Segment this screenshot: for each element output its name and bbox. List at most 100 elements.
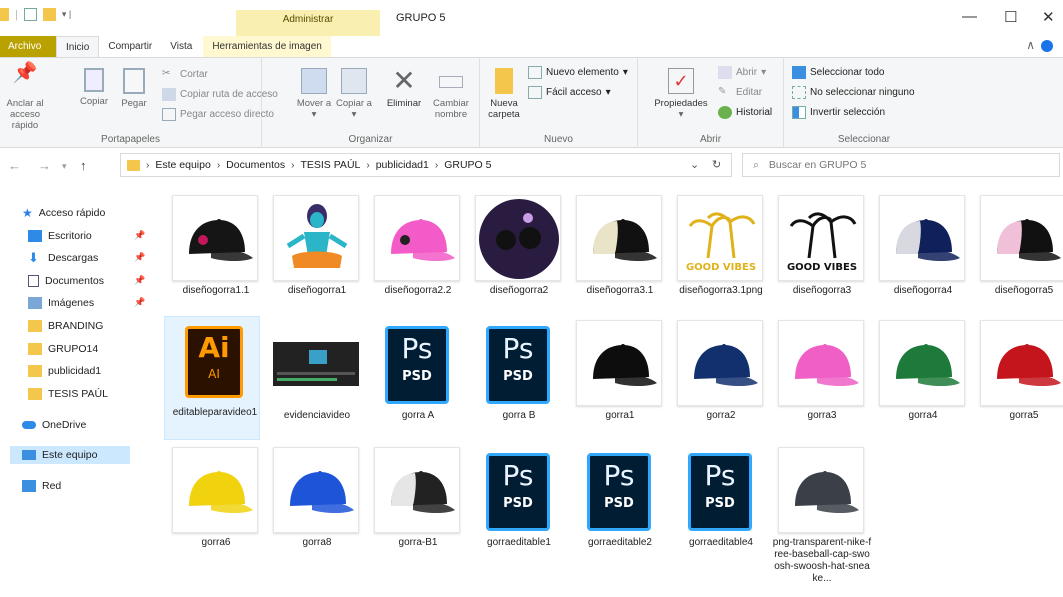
copy-button[interactable]: Copiar — [76, 68, 112, 107]
easy-access-button[interactable]: Fácil acceso ▾ — [528, 86, 611, 99]
file-item[interactable]: Ps PSD gorraeditable1 — [469, 447, 565, 575]
pin-icon[interactable]: 📌 — [134, 230, 145, 241]
file-item[interactable]: Ps PSD gorra A — [368, 320, 464, 448]
breadcrumb-documents[interactable]: Documentos — [226, 159, 285, 171]
sidebar-item-tesis[interactable]: TESIS PAÚL — [28, 385, 108, 403]
edit-button[interactable]: ✎ Editar — [718, 86, 762, 99]
photoshop-file-icon: Ps PSD — [576, 449, 662, 535]
paste-shortcut-button[interactable]: Pegar acceso directo — [162, 108, 274, 121]
tab-view[interactable]: Vista — [161, 36, 201, 57]
refresh-icon[interactable]: ↻ — [712, 158, 721, 171]
file-item[interactable]: Ps PSD gorraeditable4 — [671, 447, 767, 575]
close-button[interactable]: ✕ — [1042, 8, 1055, 26]
file-item[interactable]: gorra2 — [671, 320, 767, 448]
ribbon-help: ∧ — [1026, 38, 1053, 52]
checkbox-icon[interactable] — [23, 8, 37, 21]
pin-icon[interactable]: 📌 — [134, 297, 145, 308]
new-item-icon — [528, 66, 542, 79]
tab-home[interactable]: Inicio — [56, 36, 100, 57]
file-item[interactable]: png-transparent-nike-free-baseball-cap-s… — [772, 447, 871, 584]
photoshop-file-icon: Ps PSD — [677, 449, 763, 535]
select-all-button[interactable]: Seleccionar todo — [792, 66, 885, 79]
pin-icon: 📌 — [12, 62, 38, 84]
file-item[interactable]: GOOD VIBES diseñogorra3.1png — [671, 195, 767, 323]
search-box[interactable]: ⌕ Buscar en GRUPO 5 — [742, 153, 1060, 177]
sidebar-item-publicidad1[interactable]: publicidad1 — [28, 362, 101, 380]
back-arrow-icon[interactable]: ← — [8, 158, 21, 173]
sidebar-item-desktop[interactable]: Escritorio — [28, 227, 92, 245]
sidebar-item-downloads[interactable]: ⬇ Descargas — [28, 249, 98, 267]
collapse-ribbon-icon[interactable]: ∧ — [1026, 38, 1035, 52]
file-item[interactable]: gorra-B1 — [368, 447, 464, 575]
file-item[interactable]: gorra4 — [873, 320, 969, 448]
invert-selection-button[interactable]: Invertir selección — [792, 106, 885, 119]
minimize-button[interactable]: — — [962, 8, 977, 25]
paste-button[interactable]: Pegar — [116, 68, 152, 109]
address-dropdown-icon[interactable]: ⌄ — [690, 158, 699, 171]
file-item[interactable]: diseñogorra5 — [974, 195, 1063, 323]
file-name: gorra4 — [908, 410, 938, 421]
file-item[interactable]: evidenciavideo — [267, 320, 363, 448]
delete-button[interactable]: ✕ Eliminar — [382, 65, 426, 110]
sidebar-item-grupo14[interactable]: GRUPO14 — [28, 340, 98, 358]
history-button[interactable]: Historial — [718, 106, 772, 119]
file-item[interactable]: Ps PSD gorraeditable2 — [570, 447, 666, 575]
cut-button[interactable]: ✂ Cortar — [162, 68, 208, 81]
new-folder-icon[interactable] — [42, 8, 56, 21]
file-name: gorra8 — [302, 537, 332, 548]
pin-quick-access-button[interactable]: 📌 Anclar al acceso rápido — [2, 62, 48, 131]
file-item[interactable]: diseñogorra3.1 — [570, 195, 666, 323]
move-to-button[interactable]: Mover a ▾ — [296, 68, 332, 120]
folder-icon — [28, 320, 42, 332]
select-none-button[interactable]: No seleccionar ninguno — [792, 86, 915, 99]
sidebar-item-quick-access[interactable]: ★ Acceso rápido — [22, 204, 105, 222]
file-item[interactable]: gorra6 — [166, 447, 262, 575]
copy-path-button[interactable]: Copiar ruta de acceso — [162, 88, 278, 101]
sidebar-item-onedrive[interactable]: OneDrive — [22, 416, 86, 434]
up-arrow-icon[interactable]: ↑ — [80, 158, 87, 173]
tab-share[interactable]: Compartir — [99, 36, 161, 57]
help-icon[interactable] — [1041, 39, 1053, 52]
folder-icon[interactable] — [0, 8, 9, 21]
new-folder-button[interactable]: Nueva carpeta — [484, 68, 524, 120]
pin-icon[interactable]: 📌 — [134, 275, 145, 286]
breadcrumb-tesis[interactable]: TESIS PAÚL — [300, 159, 360, 171]
file-item[interactable]: diseñogorra1 — [267, 195, 363, 323]
copy-to-button[interactable]: Copiar a ▾ — [336, 68, 372, 120]
sidebar-item-network[interactable]: Red — [22, 477, 61, 495]
properties-button[interactable]: ✓ Propiedades ▾ — [648, 68, 714, 120]
breadcrumb-publicidad[interactable]: publicidad1 — [376, 159, 429, 171]
pin-icon[interactable]: 📌 — [134, 252, 145, 263]
open-button[interactable]: Abrir ▾ — [718, 66, 766, 79]
file-item[interactable]: GOOD VIBES diseñogorra3 — [772, 195, 868, 323]
sidebar-item-documents[interactable]: Documentos — [28, 272, 104, 290]
sidebar-item-this-pc[interactable]: Este equipo — [10, 446, 130, 464]
file-item[interactable]: gorra8 — [267, 447, 363, 575]
file-item[interactable]: diseñogorra2 — [469, 195, 565, 323]
address-bar[interactable]: › Este equipo › Documentos › TESIS PAÚL … — [120, 153, 732, 177]
file-item[interactable]: diseñogorra1.1 — [166, 195, 262, 323]
maximize-button[interactable]: ☐ — [1004, 8, 1017, 26]
file-item[interactable]: diseñogorra2.2 — [368, 195, 464, 323]
file-item[interactable]: gorra5 — [974, 320, 1063, 448]
breadcrumb-this-pc[interactable]: Este equipo — [155, 159, 210, 171]
file-item[interactable]: gorra1 — [570, 320, 666, 448]
qat-dropdown-icon[interactable]: ▾ | — [62, 9, 71, 20]
tab-file[interactable]: Archivo — [0, 36, 56, 57]
rename-button[interactable]: Cambiar nombre — [428, 68, 474, 120]
file-item[interactable]: gorra3 — [772, 320, 868, 448]
file-item[interactable]: Ps PSD gorra B — [469, 320, 565, 448]
delete-x-icon: ✕ — [392, 65, 416, 96]
file-item[interactable]: Ai AI editableparavideo1 — [164, 316, 260, 440]
select-all-icon — [792, 66, 806, 79]
new-item-button[interactable]: Nuevo elemento ▾ — [528, 66, 628, 79]
recent-dropdown-icon[interactable]: ▾ — [62, 161, 67, 172]
file-item[interactable]: diseñogorra4 — [873, 195, 969, 323]
sidebar-item-branding[interactable]: BRANDING — [28, 317, 103, 335]
tab-picture-tools[interactable]: Herramientas de imagen — [203, 36, 331, 57]
breadcrumb-grupo5[interactable]: GRUPO 5 — [444, 159, 491, 171]
image-thumbnail — [778, 320, 864, 406]
organize-group-label: Organizar — [348, 134, 393, 145]
forward-arrow-icon[interactable]: → — [38, 158, 51, 173]
sidebar-item-pictures[interactable]: Imágenes — [28, 294, 94, 312]
